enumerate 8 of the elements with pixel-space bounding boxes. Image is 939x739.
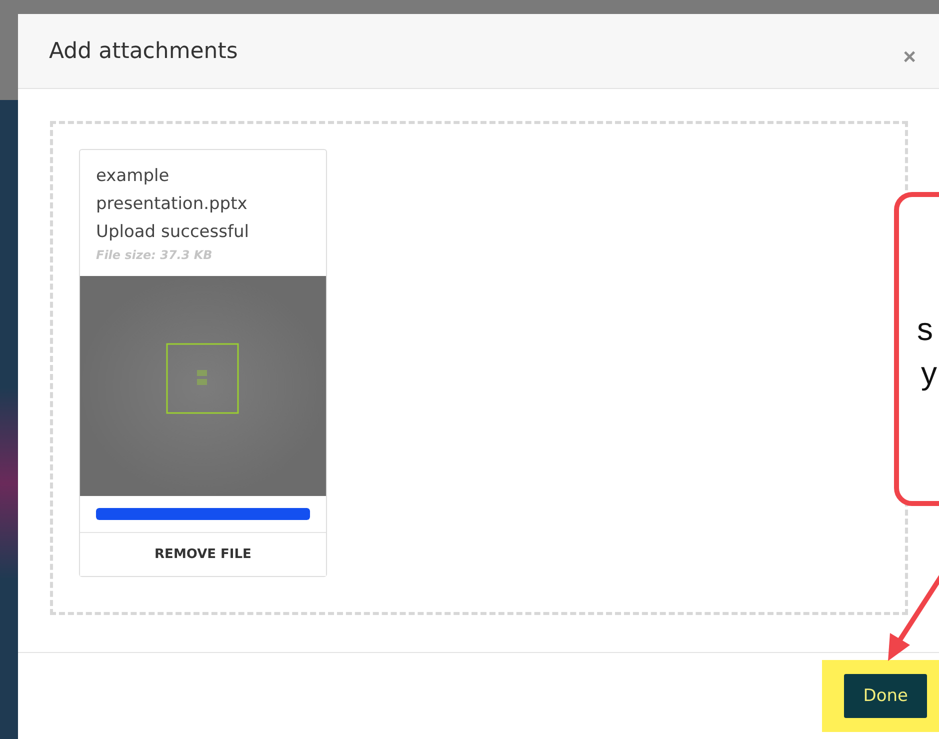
upload-status: Upload successful xyxy=(96,221,250,244)
done-button[interactable]: Done xyxy=(844,674,927,718)
remove-file-button[interactable]: REMOVE FILE xyxy=(80,532,326,576)
file-size: File size: 37.3 KB xyxy=(96,248,214,262)
callout-text: y xyxy=(920,354,938,393)
file-name: example presentation.pptx xyxy=(96,165,248,216)
callout-text: s xyxy=(917,310,934,349)
dialog-title: Add attachments xyxy=(49,38,238,64)
